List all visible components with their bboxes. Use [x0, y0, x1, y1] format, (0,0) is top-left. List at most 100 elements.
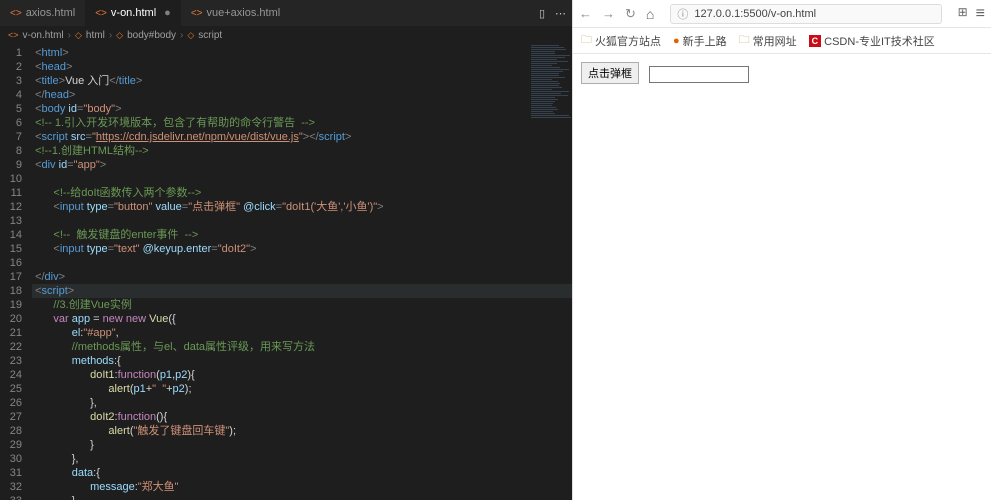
breadcrumb-icon: ◇ — [116, 30, 123, 41]
code-line[interactable]: <script src="https://cdn.jsdelivr.net/np… — [32, 130, 572, 144]
code-line[interactable]: } — [32, 494, 572, 500]
editor-pane: <>axios.html<>v-on.html●<>vue+axios.html… — [0, 0, 572, 500]
line-number: 20 — [0, 312, 22, 326]
line-number: 7 — [0, 130, 22, 144]
more-icon[interactable]: ⋯ — [555, 7, 566, 20]
line-number: 25 — [0, 382, 22, 396]
code-line[interactable]: <html> — [32, 46, 572, 60]
line-number: 15 — [0, 242, 22, 256]
line-number: 4 — [0, 88, 22, 102]
line-number: 13 — [0, 214, 22, 228]
csdn-icon: C — [809, 35, 822, 47]
line-number: 23 — [0, 354, 22, 368]
code-line[interactable]: <input type="text" @keyup.enter="doIt2"> — [32, 242, 572, 256]
reload-icon[interactable]: ↻ — [625, 6, 636, 22]
code-line[interactable]: <body id="body"> — [32, 102, 572, 116]
html-file-icon: <> — [191, 8, 203, 19]
line-number: 22 — [0, 340, 22, 354]
tab-axios-html[interactable]: <>axios.html — [0, 0, 85, 26]
line-number: 6 — [0, 116, 22, 130]
grid-icon[interactable]: ⊞ — [958, 5, 968, 23]
code-line[interactable]: message:"郑大鱼" — [32, 480, 572, 494]
menu-icon[interactable]: ≡ — [976, 5, 985, 23]
page-content: 点击弹框 — [573, 54, 991, 92]
code-line[interactable] — [32, 172, 572, 186]
code-lines[interactable]: <html> <head> <title>Vue 入门</title> </he… — [32, 44, 572, 500]
line-number: 17 — [0, 270, 22, 284]
line-number: 12 — [0, 200, 22, 214]
code-line[interactable]: el:"#app", — [32, 326, 572, 340]
url-text: 127.0.0.1:5500/v-on.html — [694, 8, 816, 20]
info-icon: ⓘ — [677, 6, 688, 22]
code-line[interactable]: <head> — [32, 60, 572, 74]
code-line[interactable]: alert(p1+" "+p2); — [32, 382, 572, 396]
click-button[interactable]: 点击弹框 — [581, 62, 639, 84]
line-number: 33 — [0, 494, 22, 500]
code-line[interactable]: doIt2:function(){ — [32, 410, 572, 424]
breadcrumb-item[interactable]: body#body — [127, 30, 176, 41]
split-icon[interactable]: ▯ — [539, 7, 545, 20]
line-number: 5 — [0, 102, 22, 116]
address-bar[interactable]: ⓘ 127.0.0.1:5500/v-on.html — [670, 4, 941, 24]
line-number: 14 — [0, 228, 22, 242]
bookmark-item[interactable]: 🗀常用网址 — [739, 31, 797, 50]
code-area: 1234567891011121314151617181920212223242… — [0, 44, 572, 500]
code-line[interactable]: <title>Vue 入门</title> — [32, 74, 572, 88]
code-line[interactable]: alert("触发了键盘回车键"); — [32, 424, 572, 438]
bookmark-item[interactable]: CCSDN-专业IT技术社区 — [809, 33, 935, 49]
tabs-bar: <>axios.html<>v-on.html●<>vue+axios.html… — [0, 0, 572, 26]
line-number: 1 — [0, 46, 22, 60]
code-line[interactable]: data:{ — [32, 466, 572, 480]
breadcrumb-item[interactable]: html — [86, 30, 105, 41]
line-number: 30 — [0, 452, 22, 466]
code-line[interactable]: <input type="button" value="点击弹框" @click… — [32, 200, 572, 214]
code-line[interactable]: }, — [32, 396, 572, 410]
breadcrumb: <>v-on.html›◇html›◇body#body›◇script — [0, 26, 572, 44]
html-file-icon: <> — [10, 8, 22, 19]
line-gutter: 1234567891011121314151617181920212223242… — [0, 44, 32, 500]
bookmark-item[interactable]: 🗀火狐官方站点 — [581, 31, 661, 50]
code-line[interactable]: <div id="app"> — [32, 158, 572, 172]
breadcrumb-item[interactable]: v-on.html — [23, 30, 64, 41]
firefox-icon: ● — [673, 35, 680, 47]
code-line[interactable]: methods:{ — [32, 354, 572, 368]
tab-vue+axios-html[interactable]: <>vue+axios.html — [181, 0, 290, 26]
code-line[interactable]: <script> — [32, 284, 572, 298]
line-number: 21 — [0, 326, 22, 340]
code-line[interactable]: <!-- 1.引入开发环境版本，包含了有帮助的命令行警告 --> — [32, 116, 572, 130]
browser-nav: ← → ↻ ⌂ ⓘ 127.0.0.1:5500/v-on.html ⊞ ≡ — [573, 0, 991, 28]
code-line[interactable]: } — [32, 438, 572, 452]
line-number: 19 — [0, 298, 22, 312]
forward-icon[interactable]: → — [602, 6, 615, 21]
line-number: 16 — [0, 256, 22, 270]
line-number: 32 — [0, 480, 22, 494]
code-line[interactable] — [32, 256, 572, 270]
dirty-icon[interactable]: ● — [164, 7, 171, 19]
browser-actions: ⊞ ≡ — [958, 5, 985, 23]
code-line[interactable]: </div> — [32, 270, 572, 284]
line-number: 28 — [0, 424, 22, 438]
line-number: 29 — [0, 438, 22, 452]
line-number: 2 — [0, 60, 22, 74]
code-line[interactable]: var app = new new Vue({ — [32, 312, 572, 326]
code-line[interactable]: doIt1:function(p1,p2){ — [32, 368, 572, 382]
back-icon[interactable]: ← — [579, 6, 592, 21]
code-line[interactable]: <!--给doIt函数传入两个参数--> — [32, 186, 572, 200]
line-number: 10 — [0, 172, 22, 186]
code-line[interactable]: //3.创建Vue实例 — [32, 298, 572, 312]
bookmark-item[interactable]: ●新手上路 — [673, 33, 727, 49]
breadcrumb-item[interactable]: script — [198, 30, 222, 41]
home-icon[interactable]: ⌂ — [646, 6, 654, 22]
breadcrumb-icon: ◇ — [75, 30, 82, 41]
code-line[interactable]: </head> — [32, 88, 572, 102]
tab-v-on-html[interactable]: <>v-on.html● — [85, 0, 181, 26]
code-line[interactable]: //methods属性，与el、data属性评级，用来写方法 — [32, 340, 572, 354]
code-line[interactable]: }, — [32, 452, 572, 466]
code-line[interactable] — [32, 214, 572, 228]
line-number: 31 — [0, 466, 22, 480]
code-line[interactable]: <!--1.创建HTML结构--> — [32, 144, 572, 158]
line-number: 18 — [0, 284, 22, 298]
text-input[interactable] — [649, 66, 749, 83]
code-line[interactable]: <!-- 触发键盘的enter事件 --> — [32, 228, 572, 242]
line-number: 27 — [0, 410, 22, 424]
